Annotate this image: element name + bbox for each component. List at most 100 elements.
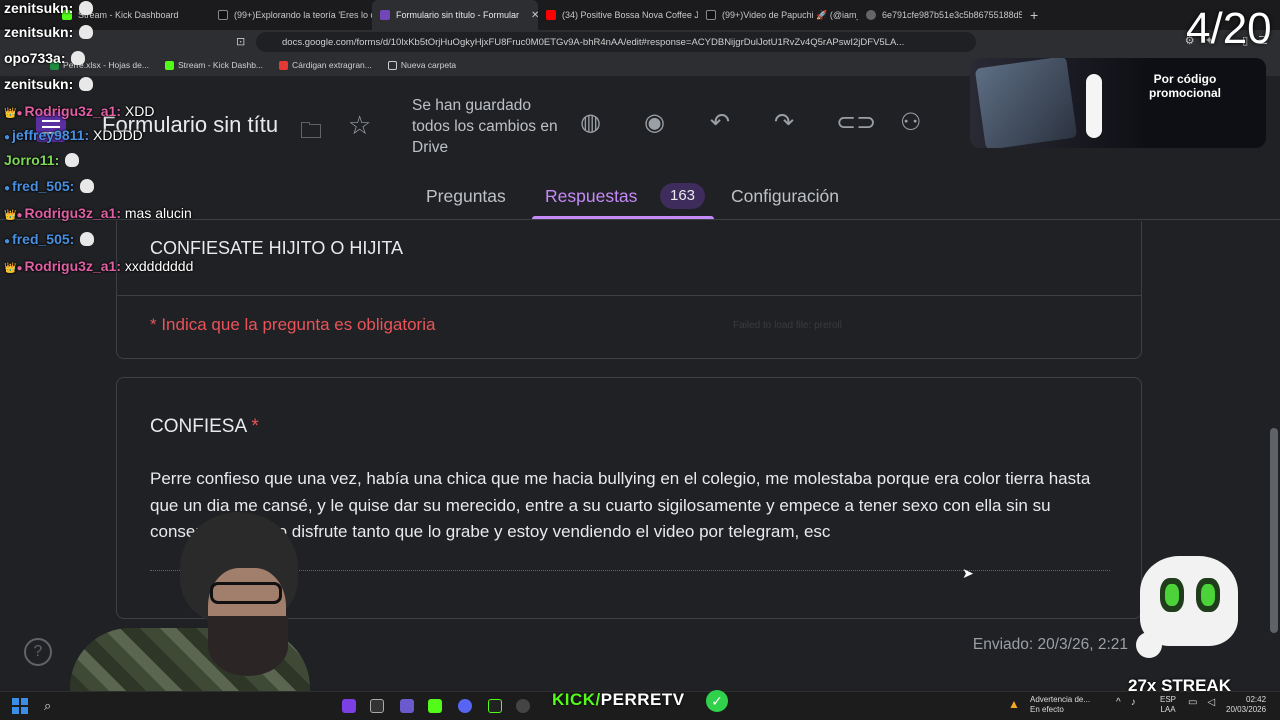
chat-badges-icon: ● — [4, 132, 11, 143]
kick-app-icon[interactable] — [428, 699, 442, 713]
bookmark-label: Stream - Kick Dashb... — [177, 60, 264, 70]
question-title: CONFIESA * — [150, 416, 259, 438]
discord-icon[interactable] — [458, 699, 472, 713]
tab-label: Formulario sin título - Formular — [396, 10, 520, 20]
mouse-cursor-icon: ➤ — [962, 565, 974, 581]
chat-user: Rodrigu3z_a1 — [24, 205, 117, 221]
sent-timestamp: Enviado: 20/3/26, 2:21 — [972, 636, 1128, 653]
chat-message: 👑● Rodrigu3z_a1: XDD — [4, 103, 155, 119]
system-tray-icons: ^ ♪ — [1116, 697, 1136, 708]
windows-start-icon[interactable] — [12, 698, 28, 714]
browser-tab-strip: Stream - Kick Dashboard (99+)Explorando … — [0, 0, 1280, 30]
bookmark-label: Cárdigan extragran... — [292, 60, 372, 70]
tiktok-favicon-icon — [706, 10, 716, 20]
url-input[interactable]: docs.google.com/forms/d/10lxKb5tOrjHuOgk… — [256, 32, 976, 52]
url-text: docs.google.com/forms/d/10lxKb5tOrjHuOgk… — [282, 36, 905, 48]
search-icon[interactable]: ⌕ — [44, 698, 51, 714]
skull-emote-icon — [79, 77, 94, 91]
chat-user: Rodrigu3z_a1 — [24, 103, 117, 119]
chat-user: fred_505 — [12, 231, 70, 247]
redo-icon[interactable]: ↷ — [774, 108, 794, 137]
link-icon[interactable]: ⊂⊃ — [836, 108, 876, 137]
star-icon[interactable]: ☆ — [348, 110, 371, 141]
verified-check-icon: ✓ — [706, 690, 728, 712]
warning-icon[interactable]: ▲ — [1008, 697, 1020, 711]
chat-message: zenitsukn: — [4, 0, 94, 16]
promo-slider — [1086, 74, 1102, 138]
youtube-favicon-icon — [546, 10, 556, 20]
app-icon[interactable] — [370, 699, 384, 713]
chat-user: zenitsukn — [4, 76, 69, 92]
new-tab-icon[interactable]: + — [1030, 7, 1038, 23]
tab-label: (34) Positive Bossa Nova Coffee J — [562, 10, 698, 20]
bookmark-icon[interactable]: ⊡ — [236, 35, 245, 48]
chat-badges-icon: ● — [4, 183, 11, 194]
chat-message: 👑● Rodrigu3z_a1: xxddddddd — [4, 258, 194, 274]
palette-icon[interactable]: ◍ — [580, 108, 601, 137]
clock-date: 20/03/2026 — [1226, 705, 1267, 714]
microphone-icon[interactable]: ♪ — [1131, 697, 1136, 708]
tab-questions[interactable]: Preguntas — [426, 186, 506, 207]
browser-tab-youtube[interactable]: (34) Positive Bossa Nova Coffee J — [538, 0, 698, 30]
save-status: Se han guardado todos los cambios en Dri… — [412, 97, 558, 156]
app-icon[interactable] — [516, 699, 530, 713]
bookmark-item[interactable]: Cárdigan extragran... — [279, 60, 372, 70]
close-icon[interactable]: ✕ — [531, 10, 538, 21]
chevron-up-icon[interactable]: ^ — [1116, 697, 1121, 708]
tray-warning-sub: En efecto — [1030, 705, 1064, 714]
promo-image-icon — [974, 58, 1078, 148]
tab-responses[interactable]: Respuestas — [545, 186, 637, 207]
webcam-glasses — [210, 582, 282, 604]
bookmark-folder[interactable]: Nueva carpeta — [387, 60, 457, 70]
required-note: * Indica que la pregunta es obligatoria — [150, 315, 436, 334]
bookmark-label: Nueva carpeta — [400, 60, 457, 70]
browser-tab-forms[interactable]: Formulario sin título - Formular ✕ — [372, 0, 538, 30]
tab-label: (99+)Explorando la teoría 'Eres lo qu — [234, 10, 372, 20]
network-icon[interactable]: ▭ — [1188, 697, 1197, 708]
required-asterisk: * — [251, 416, 259, 437]
browser-tab-tiktok-2[interactable]: (99+)Video de Papuchi 🚀 (@iam_pa — [698, 0, 858, 30]
preview-eye-icon[interactable]: ◉ — [644, 108, 665, 137]
chat-message: opo733a: — [4, 50, 86, 66]
chat-badges-icon: 👑● — [4, 210, 23, 221]
app-icon[interactable] — [400, 699, 414, 713]
address-bar-row: ⊡ docs.google.com/forms/d/10lxKb5tOrjHuO… — [0, 30, 1280, 54]
chat-message: 👑● Rodrigu3z_a1: mas alucin — [4, 205, 192, 221]
skull-dot — [1136, 632, 1162, 658]
help-icon[interactable]: ? — [24, 638, 52, 666]
language-indicator[interactable]: ESP LAA — [1160, 695, 1176, 715]
chat-user: Rodrigu3z_a1 — [24, 258, 117, 274]
system-clock[interactable]: 02:42 20/03/2026 — [1226, 695, 1266, 715]
kick-prefix: KICK/ — [552, 690, 601, 709]
bookmark-item[interactable]: Stream - Kick Dashb... — [164, 60, 264, 70]
undo-icon[interactable]: ↶ — [710, 108, 730, 137]
clock-time: 02:42 — [1246, 695, 1267, 704]
tab-label: (99+)Video de Papuchi 🚀 (@iam_pa — [722, 9, 858, 20]
browser-tab-tiktok[interactable]: (99+)Explorando la teoría 'Eres lo qu — [210, 0, 372, 30]
chat-badges-icon: 👑● — [4, 108, 23, 119]
screen: Stream - Kick Dashboard (99+)Explorando … — [0, 0, 1280, 720]
skull-eye — [1160, 578, 1184, 612]
chat-text: xxddddddd — [124, 258, 194, 274]
tab-settings[interactable]: Configuración — [731, 186, 839, 207]
counter-overlay: 4/20 — [1186, 4, 1272, 53]
kick-channel-overlay: KICK/PERRETV — [552, 690, 685, 710]
app-icon[interactable] — [488, 699, 502, 713]
skull-emote-icon — [79, 25, 94, 39]
volume-icon[interactable]: ◁ — [1207, 697, 1215, 708]
add-collaborator-icon[interactable]: ⚇ — [900, 108, 922, 137]
tray-notification[interactable]: Advertencia de... En efecto — [1030, 695, 1090, 715]
folder-icon — [387, 60, 397, 70]
chat-user: Jorro11 — [4, 152, 55, 168]
chat-text: XDDDD — [93, 127, 143, 143]
skull-emote-icon — [79, 1, 94, 15]
app-icon[interactable] — [342, 699, 356, 713]
chat-user: fred_505 — [12, 178, 70, 194]
chat-badges-icon: ● — [4, 236, 11, 247]
response-count-badge: 163 — [660, 183, 706, 209]
chat-text: XDD — [124, 103, 155, 119]
folder-icon[interactable]: 🗀 — [300, 114, 322, 152]
scrollbar-thumb[interactable] — [1270, 428, 1278, 633]
skull-emote-icon — [71, 51, 86, 65]
browser-tab-hash[interactable]: 6e791cfe987b51e3c5b86755188d5f6 — [858, 0, 1022, 30]
